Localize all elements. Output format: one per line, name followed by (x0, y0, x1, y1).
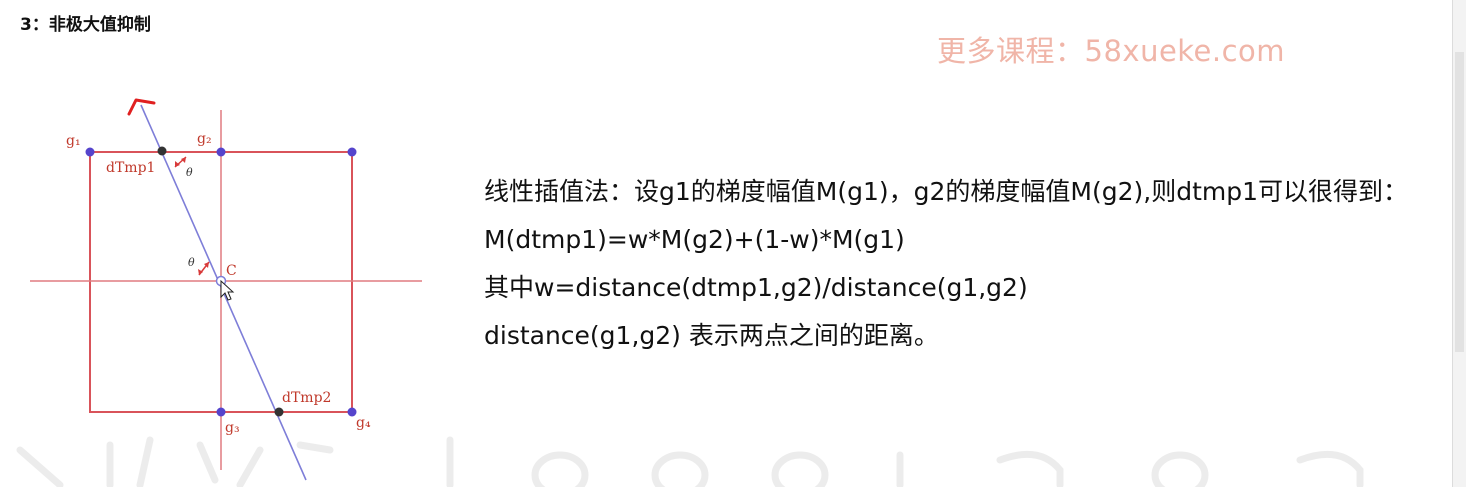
mouse-cursor-icon (220, 279, 235, 301)
label-g2: g₂ (197, 131, 212, 147)
label-g4: g₄ (356, 415, 371, 431)
text-line-2: M(dtmp1)=w*M(g2)+(1-w)*M(g1) (484, 225, 905, 254)
scrollbar-thumb[interactable] (1455, 52, 1464, 352)
explanation-text: 线性插值法：设g1的梯度幅值M(g1)，g2的梯度幅值M(g2),则dtmp1可… (484, 168, 1408, 360)
point-g1 (85, 147, 95, 157)
label-theta-center: θ (188, 256, 195, 269)
point-dtmp2 (274, 407, 284, 417)
point-dtmp1 (157, 146, 167, 156)
label-theta-top: θ (186, 166, 193, 179)
point-top-right (347, 147, 357, 157)
point-g3 (216, 407, 226, 417)
text-line-4: distance(g1,g2) 表示两点之间的距离。 (484, 321, 939, 350)
faded-background-watermark (0, 430, 1450, 487)
text-line-1: 线性插值法：设g1的梯度幅值M(g1)，g2的梯度幅值M(g2),则dtmp1可… (484, 177, 1409, 206)
text-line-3: 其中w=distance(dtmp1,g2)/distance(g1,g2) (484, 273, 1028, 302)
vertical-scrollbar[interactable] (1452, 0, 1466, 487)
point-g2 (216, 147, 226, 157)
label-dtmp2: dTmp2 (282, 390, 331, 406)
label-g1: g₁ (66, 133, 81, 149)
label-dtmp1: dTmp1 (106, 160, 155, 176)
label-c: C (226, 263, 237, 279)
